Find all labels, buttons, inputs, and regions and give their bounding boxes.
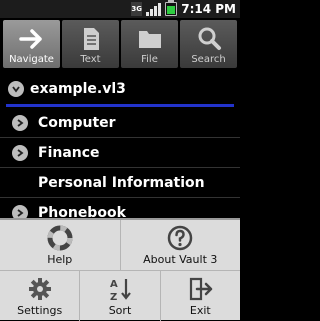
options-menu: Help About Vault 3 Settings A Z Sort Exi…: [0, 218, 240, 321]
gear-icon: [28, 278, 51, 300]
tab-navigate-label: Navigate: [9, 54, 54, 65]
tab-text[interactable]: Text: [62, 20, 119, 68]
menu-about-label: About Vault 3: [143, 253, 218, 266]
menu-sort[interactable]: A Z Sort: [80, 271, 161, 321]
menu-settings-label: Settings: [17, 304, 63, 317]
menu-exit[interactable]: Exit: [161, 271, 240, 321]
document-icon: [83, 28, 99, 50]
tab-navigate[interactable]: Navigate: [3, 20, 60, 68]
tree-item-label: Personal Information: [38, 174, 205, 191]
tree-item-personal-information[interactable]: Personal Information: [0, 168, 240, 198]
tab-file-label: File: [141, 54, 158, 65]
menu-sort-label: Sort: [108, 304, 132, 317]
tab-bar: Navigate Text File Search: [0, 19, 240, 69]
battery-icon: [165, 0, 178, 16]
menu-help[interactable]: Help: [0, 220, 121, 270]
tree-root[interactable]: example.vl3: [0, 75, 240, 103]
svg-text:Z: Z: [110, 292, 117, 302]
sort-az-icon: A Z: [110, 279, 131, 302]
tab-search[interactable]: Search: [180, 20, 237, 68]
network-3g-icon: 3G: [131, 2, 143, 16]
clock: 7:14 PM: [181, 2, 236, 16]
menu-help-label: Help: [47, 253, 73, 266]
status-indicators: 3G 7:14 PM: [131, 0, 236, 17]
exit-icon: [190, 277, 213, 301]
tree-root-label: example.vl3: [30, 81, 126, 97]
tree-item-finance[interactable]: Finance: [0, 138, 240, 168]
expand-icon[interactable]: [12, 144, 28, 161]
network-label: 3G: [131, 4, 143, 13]
lifebuoy-icon: [47, 225, 73, 251]
tab-text-label: Text: [80, 54, 101, 65]
tree-item-computer[interactable]: Computer: [0, 108, 240, 138]
tab-file[interactable]: File: [121, 20, 178, 68]
menu-row-top: Help About Vault 3: [0, 220, 240, 271]
folder-icon: [138, 31, 161, 48]
selection-underline: [6, 104, 234, 107]
tree-item-label: Finance: [38, 144, 100, 161]
signal-bars-icon: [146, 2, 162, 16]
menu-row-bottom: Settings A Z Sort Exit: [0, 271, 240, 321]
status-bar: 3G 7:14 PM: [0, 0, 240, 19]
tree-item-label: Computer: [38, 114, 116, 131]
question-icon: [168, 225, 193, 251]
tab-search-label: Search: [191, 54, 226, 65]
svg-text:A: A: [110, 279, 118, 290]
expand-icon[interactable]: [12, 114, 28, 131]
arrow-right-icon: [18, 29, 42, 49]
menu-settings[interactable]: Settings: [0, 271, 81, 321]
menu-about[interactable]: About Vault 3: [121, 220, 241, 270]
menu-exit-label: Exit: [189, 304, 211, 317]
magnifier-icon: [198, 27, 221, 50]
collapse-icon[interactable]: [8, 81, 24, 97]
